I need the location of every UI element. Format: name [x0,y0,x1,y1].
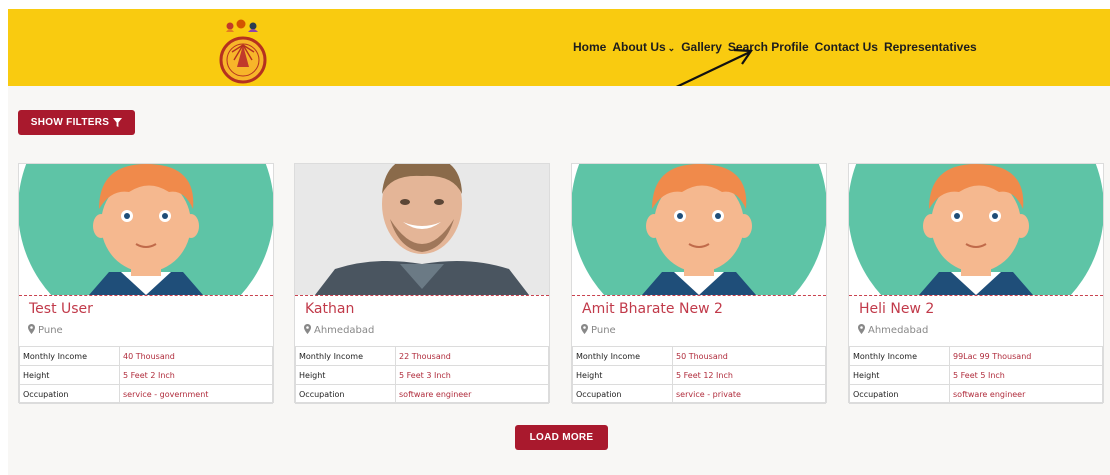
detail-value: software engineer [949,384,1103,404]
show-filters-label: SHOW FILTERS [30,117,110,128]
detail-key: Height [849,365,950,385]
detail-value: 5 Feet 12 Inch [672,365,826,385]
detail-value: 5 Feet 2 Inch [119,365,273,385]
location-text: Pune [591,325,616,336]
detail-value: 22 Thousand [395,346,549,366]
table-row: Monthly Income 40 Thousand [19,346,273,366]
table-row: Height 5 Feet 3 Inch [295,365,549,385]
detail-key: Monthly Income [295,346,396,366]
detail-key: Occupation [572,384,673,404]
profile-card[interactable]: Amit Bharate New 2 Pune Monthly Income 50… [571,163,827,404]
profile-name[interactable]: Test User [29,301,93,317]
profile-details-table: Monthly Income 40 Thousand Height 5 Feet 2… [19,346,273,404]
nav-about-us-label: About Us [612,40,666,54]
card-divider [572,295,826,296]
detail-key: Monthly Income [849,346,950,366]
map-pin-icon [581,324,588,337]
filter-icon [113,118,123,127]
profile-card[interactable]: Heli New 2 Ahmedabad Monthly Income 99Lac… [848,163,1104,404]
table-row: Occupation service - private [572,384,826,404]
table-row: Occupation service - government [19,384,273,404]
profile-location: Ahmedabad [858,324,928,337]
nav-home[interactable]: Home [573,40,606,54]
profile-name[interactable]: Amit Bharate New 2 [582,301,723,317]
detail-key: Monthly Income [572,346,673,366]
profile-card[interactable]: Kathan Ahmedabad Monthly Income 22 Thousa… [294,163,550,404]
table-row: Height 5 Feet 12 Inch [572,365,826,385]
profile-location: Pune [581,324,616,337]
nav-representatives[interactable]: Representatives [884,40,977,54]
profile-avatar [572,164,826,295]
table-row: Monthly Income 22 Thousand [295,346,549,366]
nav-contact-us[interactable]: Contact Us [815,40,878,54]
table-row: Occupation software engineer [849,384,1103,404]
profile-location: Ahmedabad [304,324,374,337]
profile-photo [295,164,549,295]
detail-key: Height [572,365,673,385]
table-row: Height 5 Feet 2 Inch [19,365,273,385]
load-more-button[interactable]: LOAD MORE [515,425,608,450]
table-row: Monthly Income 50 Thousand [572,346,826,366]
detail-key: Occupation [19,384,120,404]
profile-avatar [849,164,1103,295]
profile-avatar [19,164,273,295]
card-divider [19,295,273,296]
detail-key: Height [19,365,120,385]
detail-value: 50 Thousand [672,346,826,366]
detail-value: 40 Thousand [119,346,273,366]
matrimony-logo-icon[interactable] [212,15,276,85]
profile-card[interactable]: Test User Pune Monthly Income 40 Thousand… [18,163,274,404]
profile-details-table: Monthly Income 99Lac 99 Thousand Height 5 … [849,346,1103,404]
detail-key: Occupation [849,384,950,404]
map-pin-icon [858,324,865,337]
detail-value: service - private [672,384,826,404]
profile-name[interactable]: Kathan [305,301,354,317]
detail-key: Monthly Income [19,346,120,366]
detail-value: 5 Feet 3 Inch [395,365,549,385]
card-divider [849,295,1103,296]
profile-name[interactable]: Heli New 2 [859,301,934,317]
show-filters-button[interactable]: SHOW FILTERS [18,110,135,135]
location-text: Ahmedabad [868,325,929,336]
location-text: Ahmedabad [314,325,375,336]
main-nav: Home About Us ⌄ Gallery Search Profile Co… [573,40,983,54]
detail-value: service - government [119,384,273,404]
detail-key: Occupation [295,384,396,404]
map-pin-icon [304,324,311,337]
detail-value: software engineer [395,384,549,404]
detail-value: 5 Feet 5 Inch [949,365,1103,385]
site-header: Home About Us ⌄ Gallery Search Profile Co… [8,9,1110,86]
map-pin-icon [28,324,35,337]
profile-details-table: Monthly Income 22 Thousand Height 5 Feet 3… [295,346,549,404]
detail-key: Height [295,365,396,385]
profile-location: Pune [28,324,63,337]
table-row: Height 5 Feet 5 Inch [849,365,1103,385]
table-row: Monthly Income 99Lac 99 Thousand [849,346,1103,366]
detail-value: 99Lac 99 Thousand [949,346,1103,366]
location-text: Pune [38,325,63,336]
table-row: Occupation software engineer [295,384,549,404]
card-divider [295,295,549,296]
profile-details-table: Monthly Income 50 Thousand Height 5 Feet 1… [572,346,826,404]
